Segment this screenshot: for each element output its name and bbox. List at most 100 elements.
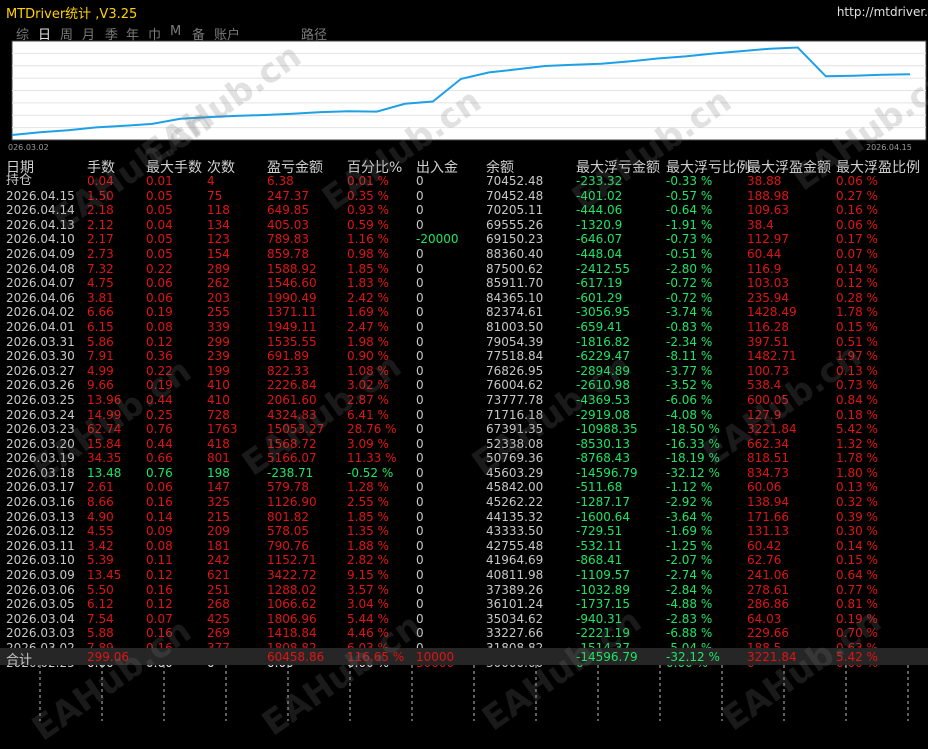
- table-row: 2026.03.17 2.61 0.06 147 579.78 1.28 % 0 45842.…: [0, 480, 928, 495]
- cell-mf: -233.32: [576, 174, 623, 188]
- cell-mfp: -3.64 %: [666, 509, 713, 524]
- cell-balance: 50769.36: [486, 451, 544, 466]
- cell-mfp: -3.74 %: [666, 305, 713, 320]
- cell-pnl: 247.37: [267, 188, 309, 203]
- cell-pct: 5.44 %: [347, 611, 389, 626]
- cell-mp: 286.86: [747, 597, 789, 612]
- tab-7[interactable]: M: [170, 24, 181, 39]
- equity-chart: 026.03.02 2026.04.15: [8, 40, 927, 152]
- cell-maxlots: 0.11: [146, 553, 173, 568]
- cell-mpp: 0.84 %: [836, 392, 878, 407]
- cell-count: 325: [207, 495, 230, 510]
- cell-count: 269: [207, 626, 230, 641]
- cell-count: 728: [207, 407, 230, 422]
- cell-mf: -868.41: [576, 553, 623, 568]
- cell-mpp: 0.15 %: [836, 319, 878, 334]
- cell-mpp: 0.39 %: [836, 509, 878, 524]
- cell-balance: 84365.10: [486, 290, 544, 305]
- table-row: 2026.03.05 6.12 0.12 268 1066.62 3.04 % 0 36101…: [0, 597, 928, 612]
- cell-lots: 5.88: [87, 626, 114, 641]
- cell-maxlots: 0.16: [146, 626, 173, 641]
- cell-lots: 13.45: [87, 568, 122, 583]
- cell-pct: 1.83 %: [347, 276, 389, 291]
- table-row: 2026.03.25 13.96 0.44 410 2061.60 2.87 % 0 7377…: [0, 393, 928, 408]
- cell-deposit: 0: [416, 319, 424, 334]
- cell-mpp: 0.17 %: [836, 232, 878, 247]
- cell-mp: 278.61: [747, 582, 789, 597]
- cell-mfp: -32.12 %: [666, 465, 720, 480]
- cell-deposit: 0: [416, 538, 424, 553]
- cell-mfp: -1.69 %: [666, 524, 713, 539]
- cell-pnl: 405.03: [267, 217, 309, 232]
- cell-maxlots: 0.66: [146, 451, 173, 466]
- cell-mfp: -6.88 %: [666, 626, 713, 641]
- cell-mp: 60.06: [747, 480, 782, 495]
- cell-mfp: -4.08 %: [666, 407, 713, 422]
- cell-mp: 138.94: [747, 495, 789, 510]
- cell-maxlots: 0.19: [146, 305, 173, 320]
- cell-pct: 1.88 %: [347, 538, 389, 553]
- cell-balance: 35034.62: [486, 611, 544, 626]
- cell-pct: 1.98 %: [347, 334, 389, 349]
- cell-lots: 2.17: [87, 232, 114, 247]
- cell-maxlots: 0.22: [146, 261, 173, 276]
- cell-date: 2026.04.13: [6, 217, 75, 232]
- cell-date: 2026.03.27: [6, 363, 75, 378]
- app-url-link[interactable]: http://mtdriver.: [837, 5, 928, 19]
- cell-pct: 1.08 %: [347, 363, 389, 378]
- cell-date: 2026.03.24: [6, 407, 75, 422]
- cell-mf: -448.04: [576, 246, 623, 261]
- cell-mpp: 0.81 %: [836, 597, 878, 612]
- cell-mpp: 0.27 %: [836, 188, 878, 203]
- cell-maxlots: 0.14: [146, 509, 173, 524]
- cell-mf: -1600.64: [576, 509, 630, 524]
- cell-count: 339: [207, 319, 230, 334]
- cell-pct: 2.47 %: [347, 319, 389, 334]
- cell-lots: 14.99: [87, 407, 122, 422]
- cell-mpp: 0.13 %: [836, 480, 878, 495]
- table-header: 日期 手数 最大手数 次数 盈亏金额 百分比% 出入金 余额 最大浮亏金额 最大…: [0, 157, 928, 176]
- chart-x-end-label: 2026.04.15: [866, 143, 912, 152]
- cell-pct: 3.09 %: [347, 436, 389, 451]
- cell-date: 2026.03.03: [6, 626, 75, 641]
- cell-date: 2026.03.26: [6, 378, 75, 393]
- cell-mpp: 0.12 %: [836, 276, 878, 291]
- cell-deposit: 0: [416, 524, 424, 539]
- cell-count: 181: [207, 538, 230, 553]
- cell-lots: 2.61: [87, 480, 114, 495]
- cell-mf: -6229.47: [576, 349, 630, 364]
- cell-pct: 9.15 %: [347, 568, 389, 583]
- cell-mfp: -2.34 %: [666, 334, 713, 349]
- cell-count: 75: [207, 188, 223, 203]
- cell-balance: 45842.00: [486, 480, 544, 495]
- cell-balance: 88360.40: [486, 246, 544, 261]
- bottom-grid: [39, 665, 909, 721]
- cell-mp: 241.06: [747, 568, 789, 583]
- cell-maxlots: 0.04: [146, 217, 173, 232]
- cell-maxlots: 0.76: [146, 422, 173, 437]
- cell-balance: 70452.48: [486, 188, 544, 203]
- cell-pnl: 1288.02: [267, 582, 317, 597]
- title-bar: MTDriver统计 ,V3.25 http://mtdriver.: [0, 0, 928, 22]
- cell-balance: 43333.50: [486, 524, 544, 539]
- cell-mf: -4369.53: [576, 392, 630, 407]
- cell-date: 2026.03.17: [6, 480, 75, 495]
- cell-date: 2026.03.11: [6, 538, 75, 553]
- cell-mpp: 1.78 %: [836, 305, 878, 320]
- cell-mp: 538.4: [747, 378, 782, 393]
- cell-deposit: 0: [416, 582, 424, 597]
- cell-pct: 11.33 %: [347, 451, 397, 466]
- cell-date: 2026.03.23: [6, 422, 75, 437]
- cell-mp: 112.97: [747, 232, 789, 247]
- cell-mp: 662.34: [747, 436, 789, 451]
- cell-pct: 28.76 %: [347, 422, 397, 437]
- cell-pct: 6.41 %: [347, 407, 389, 422]
- table-row: 2026.04.08 7.32 0.22 289 1588.92 1.85 % 0 87500…: [0, 262, 928, 277]
- cell-mf: -729.51: [576, 524, 623, 539]
- total-max-float-loss-pct: -32.12 %: [666, 650, 720, 664]
- cell-mp: 235.94: [747, 290, 789, 305]
- cell-date: 2026.03.20: [6, 436, 75, 451]
- table-row: 2026.03.20 15.84 0.44 418 1568.72 3.09 % 0 5233…: [0, 437, 928, 452]
- table-row: 2026.03.12 4.55 0.09 209 578.05 1.35 % 0 43333.…: [0, 524, 928, 539]
- cell-mp: 103.03: [747, 276, 789, 291]
